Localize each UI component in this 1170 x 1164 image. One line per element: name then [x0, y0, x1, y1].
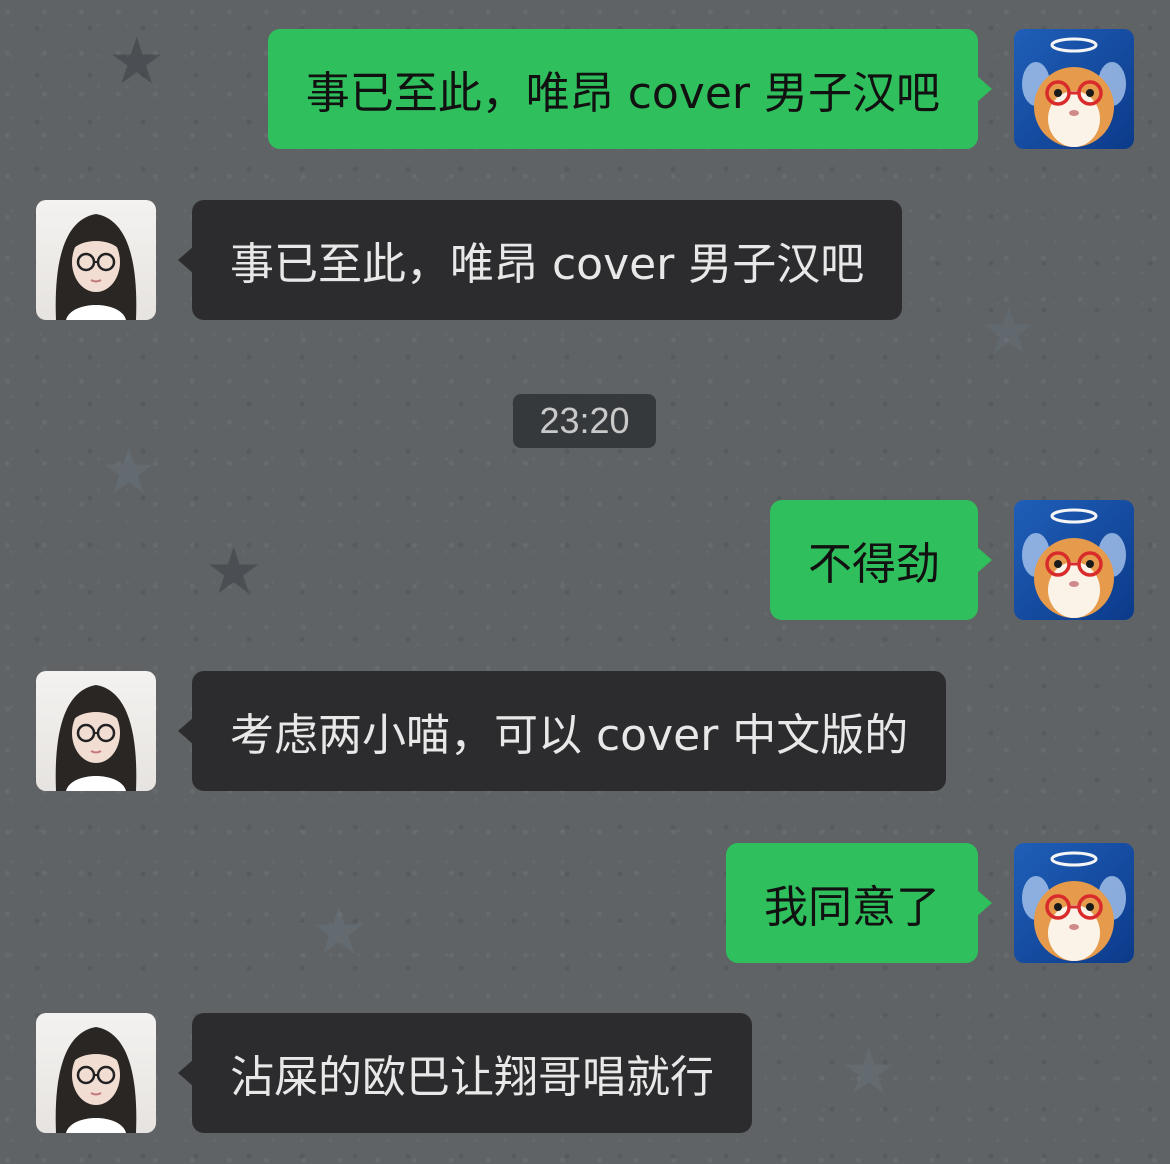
- message-text: 沾屎的欧巴让翔哥唱就行: [230, 1052, 714, 1103]
- message-bubble-other[interactable]: 考虑两小喵，可以 cover 中文版的: [177, 671, 947, 791]
- background-star-icon: ★: [205, 535, 263, 609]
- background-star-icon: ★: [310, 895, 368, 969]
- message-text: 不得劲: [808, 539, 940, 590]
- message-bubble-other[interactable]: 事已至此，唯昂 cover 男子汉吧: [177, 200, 903, 320]
- message-text: 事已至此，唯昂 cover 男子汉吧: [305, 68, 940, 119]
- hamster-angel-avatar[interactable]: [1014, 500, 1134, 620]
- girl-glasses-avatar[interactable]: [36, 1013, 156, 1133]
- girl-glasses-avatar[interactable]: [36, 671, 156, 791]
- message-bubble-self[interactable]: 我同意了: [726, 843, 992, 963]
- hamster-angel-avatar[interactable]: [1014, 843, 1134, 963]
- background-star-icon: ★: [100, 435, 158, 509]
- background-star-icon: ★: [840, 1035, 898, 1109]
- message-text: 我同意了: [764, 882, 940, 933]
- message-text: 事已至此，唯昂 cover 男子汉吧: [230, 239, 865, 290]
- message-bubble-self[interactable]: 不得劲: [770, 500, 992, 620]
- background-star-icon: ★: [980, 295, 1038, 369]
- hamster-angel-avatar[interactable]: [1014, 29, 1134, 149]
- message-bubble-self[interactable]: 事已至此，唯昂 cover 男子汉吧: [267, 29, 993, 149]
- background-star-icon: ★: [108, 25, 166, 99]
- chat-background: [0, 0, 1170, 1164]
- message-bubble-other[interactable]: 沾屎的欧巴让翔哥唱就行: [178, 1013, 752, 1133]
- girl-glasses-avatar[interactable]: [36, 200, 156, 320]
- message-text: 考虑两小喵，可以 cover 中文版的: [230, 710, 909, 761]
- message-timestamp: 23:20: [513, 394, 656, 448]
